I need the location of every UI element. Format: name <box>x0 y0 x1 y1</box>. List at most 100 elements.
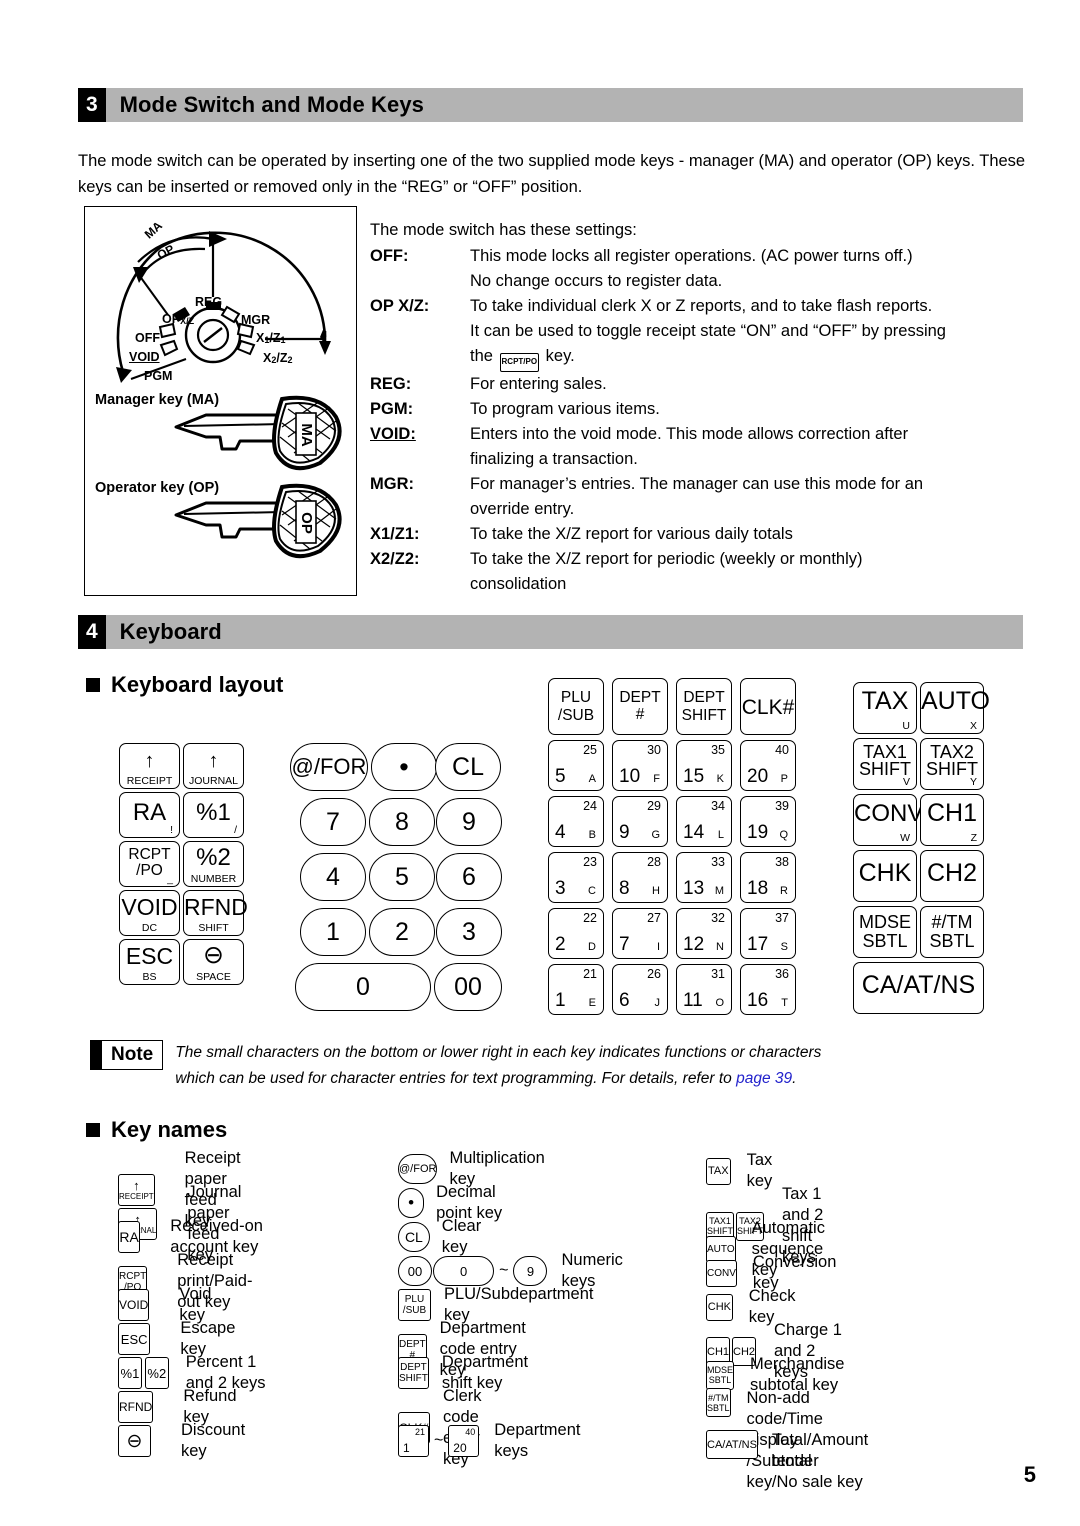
key-3[interactable]: 3 <box>436 908 502 956</box>
dept-key-18[interactable]: 38 18 R <box>740 852 796 903</box>
mode-desc-opxz-pre: the <box>470 347 498 365</box>
dept-key-5[interactable]: 25 5 A <box>548 740 604 791</box>
key-dept-shift[interactable]: DEPT SHIFT <box>676 678 732 735</box>
key-dept-num[interactable]: DEPT # <box>612 678 668 735</box>
key-ca-at-ns[interactable]: CA/AT/NS <box>853 962 984 1014</box>
key-ch1[interactable]: CH1 Z <box>920 794 984 846</box>
key-conv[interactable]: CONV W <box>853 794 923 846</box>
legend-key-dept-last[interactable]: 40 20 <box>448 1425 480 1457</box>
key-tax[interactable]: TAX U <box>853 682 917 734</box>
dept-key-2[interactable]: 22 2 D <box>548 908 604 959</box>
dept-key-11[interactable]: 31 11 O <box>676 964 732 1015</box>
dept-key-19-top: 39 <box>775 799 789 813</box>
legend-key-zero[interactable]: 0 <box>433 1256 495 1286</box>
dept-key-14[interactable]: 34 14 L <box>676 796 732 847</box>
key-percent2[interactable]: %2 NUMBER <box>183 841 244 887</box>
dept-key-15[interactable]: 35 15 K <box>676 740 732 791</box>
dept-key-6-top: 26 <box>647 967 661 981</box>
legend-key-void[interactable]: VOID <box>118 1289 150 1321</box>
legend-key-tax[interactable]: TAX <box>706 1157 731 1185</box>
key-journal-feed[interactable]: ↑ JOURNAL <box>183 743 244 789</box>
key-ch2-label: CH2 <box>926 859 977 887</box>
key-receipt-sub: RECEIPT <box>126 775 173 787</box>
key-5[interactable]: 5 <box>369 853 435 901</box>
legend-key-chk[interactable]: CHK <box>706 1293 733 1321</box>
legend-key-dept-first[interactable]: 21 1 <box>398 1425 429 1457</box>
legend-key-plu-sub-line1: PLU <box>404 1294 425 1305</box>
key-esc[interactable]: ESC BS <box>119 939 180 985</box>
key-4[interactable]: 4 <box>300 853 366 901</box>
dept-key-13-top: 33 <box>711 855 725 869</box>
key-rfnd[interactable]: RFND SHIFT <box>183 890 248 936</box>
key-discount[interactable]: ⊖ SPACE <box>183 939 244 985</box>
key-mdse-sbtl[interactable]: MDSE SBTL <box>853 906 917 958</box>
key-ra[interactable]: RA ! <box>119 792 180 838</box>
legend-key-dept-shift[interactable]: DEPT SHIFT <box>398 1357 429 1389</box>
dept-key-10-num: 10 <box>619 766 641 787</box>
key-7[interactable]: 7 <box>300 798 366 846</box>
key-nonadd-sbtl-line1: #/TM <box>931 912 973 932</box>
key-0[interactable]: 0 <box>295 963 431 1011</box>
legend-key-percent1-label: %1 <box>120 1365 140 1381</box>
legend-key-discount[interactable]: ⊖ <box>118 1425 151 1457</box>
legend-key-ra[interactable]: RA <box>118 1221 141 1253</box>
key-tax1-shift[interactable]: TAX1 SHIFT V <box>853 738 917 790</box>
legend-key-percent2[interactable]: %2 <box>144 1357 169 1389</box>
legend-key-mdse-sbtl[interactable]: MDSE SBTL <box>706 1360 735 1390</box>
legend-key-ca-at-ns[interactable]: CA/AT/NS <box>706 1430 758 1459</box>
dept-key-6[interactable]: 26 6 J <box>612 964 668 1015</box>
dept-key-12[interactable]: 32 12 N <box>676 908 732 959</box>
key-00[interactable]: 00 <box>434 963 502 1011</box>
dept-key-1[interactable]: 21 1 E <box>548 964 604 1015</box>
legend-key-plu-sub[interactable]: PLU /SUB <box>398 1289 431 1321</box>
key-tax2-shift[interactable]: TAX2 SHIFT Y <box>920 738 984 790</box>
legend-key-clear[interactable]: CL <box>398 1222 430 1252</box>
legend-key-decimal[interactable]: • <box>398 1188 425 1218</box>
dept-key-10[interactable]: 30 10 F <box>612 740 668 791</box>
legend-key-dept-shift-line1: DEPT <box>400 1362 427 1373</box>
dept-key-4[interactable]: 24 4 B <box>548 796 604 847</box>
legend-key-multiplication[interactable]: @/FOR <box>398 1154 438 1184</box>
key-auto[interactable]: AUTO X <box>920 682 990 734</box>
legend-key-rfnd-label: RFND <box>119 1400 153 1414</box>
dept-key-9[interactable]: 29 9 G <box>612 796 668 847</box>
mode-desc-opxz-line3: the RCPT/PO key. <box>470 344 1035 372</box>
note-text-line2-post: . <box>792 1070 797 1087</box>
legend-key-percent1[interactable]: %1 <box>118 1357 142 1389</box>
legend-key-esc[interactable]: ESC <box>118 1323 151 1355</box>
legend-key-nonadd[interactable]: #/TM SBTL <box>706 1388 731 1417</box>
key-2[interactable]: 2 <box>369 908 435 956</box>
key-receipt-feed[interactable]: ↑ RECEIPT <box>119 743 180 789</box>
key-1[interactable]: 1 <box>300 908 366 956</box>
key-clear[interactable]: CL <box>435 743 501 791</box>
dept-key-17[interactable]: 37 17 S <box>740 908 796 959</box>
dept-key-3[interactable]: 23 3 C <box>548 852 604 903</box>
key-percent1[interactable]: %1 / <box>183 792 244 838</box>
dept-key-7[interactable]: 27 7 I <box>612 908 668 959</box>
key-plu-sub[interactable]: PLU /SUB <box>548 678 604 735</box>
legend-key-00[interactable]: 00 <box>398 1256 433 1286</box>
key-multiplication[interactable]: @/FOR <box>290 743 368 791</box>
key-nonadd-sbtl[interactable]: #/TM SBTL <box>920 906 984 958</box>
dept-key-13[interactable]: 33 13 M <box>676 852 732 903</box>
legend-key-nine[interactable]: 9 <box>513 1256 548 1286</box>
note-page-link[interactable]: page 39 <box>736 1070 792 1087</box>
legend-key-conv[interactable]: CONV <box>706 1259 737 1287</box>
dept-key-19[interactable]: 39 19 Q <box>740 796 796 847</box>
key-percent2-label: %2 <box>196 844 231 871</box>
legend-key-rfnd[interactable]: RFND <box>118 1391 154 1423</box>
dept-key-8[interactable]: 28 8 H <box>612 852 668 903</box>
dept-key-20[interactable]: 40 20 P <box>740 740 796 791</box>
key-decimal-point[interactable]: • <box>371 743 437 791</box>
key-clk-num[interactable]: CLK# <box>740 678 796 735</box>
key-void[interactable]: VOID DC <box>119 890 180 936</box>
key-6[interactable]: 6 <box>436 853 502 901</box>
key-chk[interactable]: CHK <box>853 850 917 902</box>
key-9[interactable]: 9 <box>436 798 502 846</box>
dept-key-16[interactable]: 36 16 T <box>740 964 796 1015</box>
key-8[interactable]: 8 <box>369 798 435 846</box>
key-rcpt-po[interactable]: RCPT /PO _ <box>119 841 180 887</box>
key-ch2[interactable]: CH2 <box>920 850 984 902</box>
key-tax2-shift-line2: SHIFT <box>926 759 978 779</box>
key-rfnd-label: RFND <box>184 894 248 920</box>
